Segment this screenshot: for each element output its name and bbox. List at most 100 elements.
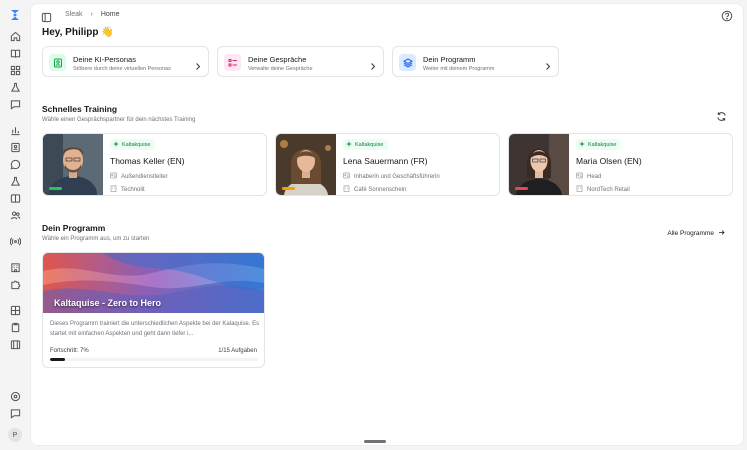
status-indicator (282, 187, 295, 190)
quick-link-subtitle: Verwalte deine Gespräche (248, 66, 313, 72)
persona-company-text: Technolit (121, 186, 145, 193)
users-icon[interactable] (7, 207, 23, 223)
progress-bar (50, 358, 258, 361)
persona-role: Inhaberin und Geschäftsführerin (343, 172, 440, 181)
chevron-right-icon (194, 58, 201, 70)
building-icon (343, 185, 350, 194)
persona-role: Außendienstleiter (110, 172, 168, 181)
program-progress-label: Fortschritt: 7% (50, 348, 89, 354)
id-card-icon (110, 172, 117, 181)
persona-list: Kaltakquise Thomas Keller (EN) Außendien… (42, 133, 733, 196)
sparkle-icon (113, 140, 119, 149)
progress-bar-fill (50, 358, 65, 361)
book-open-icon[interactable] (7, 190, 23, 206)
id-card-icon (343, 172, 350, 181)
book-icon[interactable] (7, 45, 23, 61)
layout-grid-icon[interactable] (7, 302, 23, 318)
program-section-subtitle: Wähle ein Programm aus, um zu starten (42, 236, 150, 242)
clipboard-icon[interactable] (7, 319, 23, 335)
persona-card[interactable]: Kaltakquise Maria Olsen (EN) Head NordTe… (508, 133, 733, 196)
breadcrumb-current: Home (100, 11, 120, 18)
chevron-right-icon (369, 58, 376, 70)
persona-photo (276, 134, 336, 195)
chat-icon[interactable] (7, 96, 23, 112)
status-indicator (515, 187, 528, 190)
quick-link-personas[interactable]: Deine KI-Personas Stöbere durch deine vi… (42, 46, 209, 77)
persona-name: Thomas Keller (EN) (110, 156, 185, 166)
quick-link-title: Dein Programm (423, 55, 476, 64)
persona-company: Café Sonnenschein (343, 185, 406, 194)
sidebar: P (0, 0, 30, 450)
persona-company-text: Café Sonnenschein (354, 186, 407, 193)
bar-chart-icon[interactable] (7, 122, 23, 138)
persona-badge: Kaltakquise (343, 139, 389, 150)
program-task-count: 1/15 Aufgaben (218, 348, 257, 354)
flask-icon[interactable] (7, 79, 23, 95)
persona-icon (49, 54, 66, 71)
persona-badge-label: Kaltakquise (355, 141, 384, 148)
help-icon[interactable] (721, 9, 733, 22)
quick-link-subtitle: Weiter mit deinem Programm (423, 66, 495, 72)
library-icon[interactable] (7, 336, 23, 352)
home-icon[interactable] (7, 28, 23, 44)
scroll-handle[interactable] (364, 440, 386, 443)
quick-link-program[interactable]: Dein Programm Weiter mit deinem Programm (392, 46, 559, 77)
persona-badge: Kaltakquise (576, 139, 622, 150)
persona-company: NordTech Retail (576, 185, 630, 194)
quick-link-subtitle: Stöbere durch deine virtuellen Personas (73, 66, 171, 72)
quick-link-title: Deine Gespräche (248, 55, 307, 64)
persona-badge: Kaltakquise (110, 139, 156, 150)
chevron-right-icon (544, 58, 551, 70)
persona-company-text: NordTech Retail (587, 186, 630, 193)
grid-icon[interactable] (7, 62, 23, 78)
training-title: Schnelles Training (42, 104, 118, 114)
breadcrumb-separator-icon: › (90, 11, 93, 18)
main-panel: Sleak › Home Hey, Philipp 👋 Deine KI-Per… (30, 3, 744, 446)
sidebar-toggle-icon[interactable] (41, 10, 52, 23)
persona-name: Lena Sauermann (FR) (343, 156, 428, 166)
layers-icon (399, 54, 416, 71)
persona-role-text: Inhaberin und Geschäftsführerin (354, 173, 440, 180)
avatar-initial: P (8, 428, 22, 442)
building-icon (576, 185, 583, 194)
all-programs-label: Alle Programme (667, 230, 714, 237)
persona-card[interactable]: Kaltakquise Lena Sauermann (FR) Inhaberi… (275, 133, 500, 196)
arrow-right-icon (718, 229, 725, 238)
status-indicator (49, 187, 62, 190)
id-card-icon (576, 172, 583, 181)
building-icon[interactable] (7, 259, 23, 275)
persona-badge-label: Kaltakquise (588, 141, 617, 148)
training-subtitle: Wähle einen Gesprächspartner für dein nä… (42, 117, 196, 123)
top-bar: Sleak › Home (31, 4, 743, 26)
quick-link-title: Deine KI-Personas (73, 55, 136, 64)
refresh-icon[interactable] (716, 109, 727, 121)
all-programs-link[interactable]: Alle Programme (667, 229, 725, 238)
persona-photo (43, 134, 103, 195)
persona-role-text: Head (587, 173, 602, 180)
breadcrumb-root[interactable]: Sleak (65, 11, 83, 18)
quick-link-conversations[interactable]: Deine Gespräche Verwalte deine Gespräche (217, 46, 384, 77)
sleak-logo-icon[interactable] (7, 7, 23, 23)
feedback-icon[interactable] (7, 405, 23, 421)
program-description: Dieses Programm trainiert die unterschie… (50, 321, 260, 337)
persona-role-text: Außendienstleiter (121, 173, 168, 180)
persona-badge-label: Kaltakquise (122, 141, 151, 148)
persona-name: Maria Olsen (EN) (576, 156, 642, 166)
contact-book-icon[interactable] (7, 139, 23, 155)
flask-icon-2[interactable] (7, 173, 23, 189)
program-card[interactable]: Kaltaquise - Zero to Hero Dieses Program… (42, 252, 265, 368)
settings-icon[interactable] (7, 388, 23, 404)
persona-company: Technolit (110, 185, 145, 194)
sparkle-icon (346, 140, 352, 149)
list-icon (224, 54, 241, 71)
broadcast-icon[interactable] (7, 233, 23, 249)
greeting-heading: Hey, Philipp 👋 (42, 27, 114, 38)
puzzle-icon[interactable] (7, 276, 23, 292)
persona-card[interactable]: Kaltakquise Thomas Keller (EN) Außendien… (42, 133, 267, 196)
message-circle-icon[interactable] (7, 156, 23, 172)
user-avatar[interactable]: P (7, 427, 23, 443)
sparkle-icon (579, 140, 585, 149)
program-title: Kaltaquise - Zero to Hero (54, 298, 162, 308)
persona-photo (509, 134, 569, 195)
persona-role: Head (576, 172, 601, 181)
